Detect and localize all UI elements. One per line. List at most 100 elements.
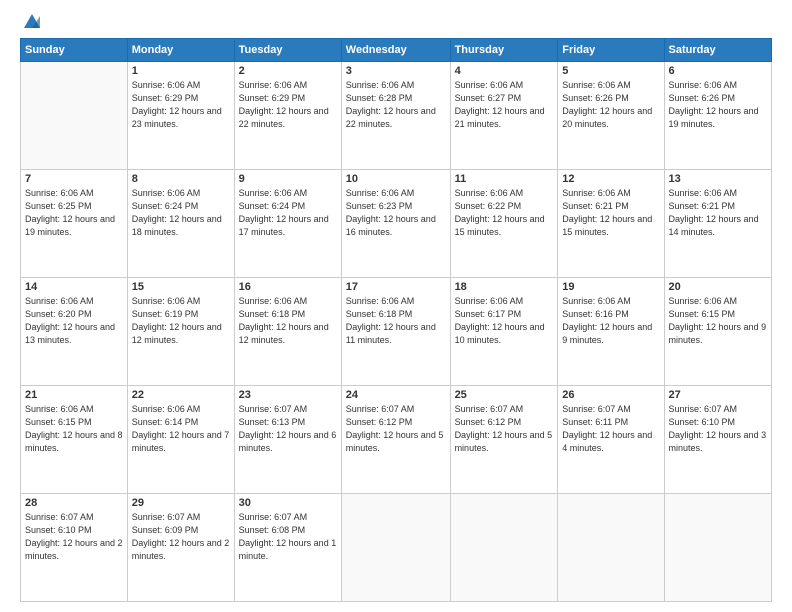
day-cell: 16Sunrise: 6:06 AMSunset: 6:18 PMDayligh… xyxy=(234,278,341,386)
day-info: Sunrise: 6:06 AMSunset: 6:18 PMDaylight:… xyxy=(239,295,337,347)
day-number: 18 xyxy=(455,281,554,293)
day-info: Sunrise: 6:07 AMSunset: 6:08 PMDaylight:… xyxy=(239,511,337,563)
day-info: Sunrise: 6:06 AMSunset: 6:19 PMDaylight:… xyxy=(132,295,230,347)
day-number: 3 xyxy=(346,65,446,77)
day-info: Sunrise: 6:06 AMSunset: 6:15 PMDaylight:… xyxy=(25,403,123,455)
header xyxy=(20,16,772,28)
day-info: Sunrise: 6:06 AMSunset: 6:22 PMDaylight:… xyxy=(455,187,554,239)
day-cell: 22Sunrise: 6:06 AMSunset: 6:14 PMDayligh… xyxy=(127,386,234,494)
day-number: 1 xyxy=(132,65,230,77)
day-cell: 17 Sunrise: 6:06 AMSunset: 6:18 PMDayligh… xyxy=(341,278,450,386)
day-info: Sunrise: 6:06 AMSunset: 6:29 PMDaylight:… xyxy=(132,79,230,131)
day-cell xyxy=(21,62,128,170)
day-info: Sunrise: 6:06 AMSunset: 6:24 PMDaylight:… xyxy=(132,187,230,239)
day-number: 25 xyxy=(455,389,554,401)
day-cell: 10 Sunrise: 6:06 AMSunset: 6:23 PMDayligh… xyxy=(341,170,450,278)
weekday-header-sunday: Sunday xyxy=(21,39,128,62)
day-info: Sunrise: 6:06 AMSunset: 6:26 PMDaylight:… xyxy=(669,79,767,131)
day-number: 12 xyxy=(562,173,659,185)
day-info: Sunrise: 6:07 AMSunset: 6:12 PMDaylight:… xyxy=(346,403,446,455)
day-info: Sunrise: 6:07 AMSunset: 6:09 PMDaylight:… xyxy=(132,511,230,563)
weekday-header-tuesday: Tuesday xyxy=(234,39,341,62)
logo-icon xyxy=(22,12,42,32)
day-cell: 3 Sunrise: 6:06 AMSunset: 6:28 PMDaylight… xyxy=(341,62,450,170)
calendar-table: SundayMondayTuesdayWednesdayThursdayFrid… xyxy=(20,38,772,602)
day-cell: 25 Sunrise: 6:07 AMSunset: 6:12 PMDayligh… xyxy=(450,386,558,494)
day-number: 7 xyxy=(25,173,123,185)
day-info: Sunrise: 6:06 AMSunset: 6:16 PMDaylight:… xyxy=(562,295,659,347)
weekday-header-row: SundayMondayTuesdayWednesdayThursdayFrid… xyxy=(21,39,772,62)
day-number: 28 xyxy=(25,497,123,509)
day-info: Sunrise: 6:06 AMSunset: 6:20 PMDaylight:… xyxy=(25,295,123,347)
weekday-header-friday: Friday xyxy=(558,39,664,62)
day-number: 2 xyxy=(239,65,337,77)
day-number: 6 xyxy=(669,65,767,77)
day-info: Sunrise: 6:07 AMSunset: 6:11 PMDaylight:… xyxy=(562,403,659,455)
day-cell: 8 Sunrise: 6:06 AMSunset: 6:24 PMDaylight… xyxy=(127,170,234,278)
week-row-2: 7 Sunrise: 6:06 AMSunset: 6:25 PMDaylight… xyxy=(21,170,772,278)
weekday-header-thursday: Thursday xyxy=(450,39,558,62)
day-cell: 6 Sunrise: 6:06 AMSunset: 6:26 PMDaylight… xyxy=(664,62,771,170)
day-info: Sunrise: 6:07 AMSunset: 6:12 PMDaylight:… xyxy=(455,403,554,455)
day-number: 15 xyxy=(132,281,230,293)
day-info: Sunrise: 6:07 AMSunset: 6:10 PMDaylight:… xyxy=(669,403,767,455)
day-cell: 30 Sunrise: 6:07 AMSunset: 6:08 PMDayligh… xyxy=(234,494,341,602)
day-number: 24 xyxy=(346,389,446,401)
day-info: Sunrise: 6:07 AMSunset: 6:10 PMDaylight:… xyxy=(25,511,123,563)
day-number: 9 xyxy=(239,173,337,185)
day-info: Sunrise: 6:06 AMSunset: 6:18 PMDaylight:… xyxy=(346,295,446,347)
week-row-5: 28 Sunrise: 6:07 AMSunset: 6:10 PMDayligh… xyxy=(21,494,772,602)
day-cell: 29Sunrise: 6:07 AMSunset: 6:09 PMDayligh… xyxy=(127,494,234,602)
day-info: Sunrise: 6:06 AMSunset: 6:25 PMDaylight:… xyxy=(25,187,123,239)
day-info: Sunrise: 6:06 AMSunset: 6:17 PMDaylight:… xyxy=(455,295,554,347)
day-number: 19 xyxy=(562,281,659,293)
day-number: 4 xyxy=(455,65,554,77)
day-info: Sunrise: 6:06 AMSunset: 6:15 PMDaylight:… xyxy=(669,295,767,347)
day-cell: 26Sunrise: 6:07 AMSunset: 6:11 PMDayligh… xyxy=(558,386,664,494)
day-cell: 1 Sunrise: 6:06 AMSunset: 6:29 PMDaylight… xyxy=(127,62,234,170)
day-cell: 15 Sunrise: 6:06 AMSunset: 6:19 PMDayligh… xyxy=(127,278,234,386)
day-cell xyxy=(341,494,450,602)
day-info: Sunrise: 6:06 AMSunset: 6:26 PMDaylight:… xyxy=(562,79,659,131)
day-info: Sunrise: 6:06 AMSunset: 6:28 PMDaylight:… xyxy=(346,79,446,131)
day-number: 13 xyxy=(669,173,767,185)
day-cell: 5 Sunrise: 6:06 AMSunset: 6:26 PMDaylight… xyxy=(558,62,664,170)
day-info: Sunrise: 6:06 AMSunset: 6:23 PMDaylight:… xyxy=(346,187,446,239)
day-info: Sunrise: 6:06 AMSunset: 6:21 PMDaylight:… xyxy=(669,187,767,239)
day-cell: 13 Sunrise: 6:06 AMSunset: 6:21 PMDayligh… xyxy=(664,170,771,278)
day-cell: 24 Sunrise: 6:07 AMSunset: 6:12 PMDayligh… xyxy=(341,386,450,494)
day-cell: 4Sunrise: 6:06 AMSunset: 6:27 PMDaylight… xyxy=(450,62,558,170)
day-cell xyxy=(664,494,771,602)
day-cell: 28 Sunrise: 6:07 AMSunset: 6:10 PMDayligh… xyxy=(21,494,128,602)
weekday-header-wednesday: Wednesday xyxy=(341,39,450,62)
weekday-header-saturday: Saturday xyxy=(664,39,771,62)
day-info: Sunrise: 6:06 AMSunset: 6:21 PMDaylight:… xyxy=(562,187,659,239)
day-cell xyxy=(450,494,558,602)
logo xyxy=(20,16,42,28)
day-cell: 2 Sunrise: 6:06 AMSunset: 6:29 PMDaylight… xyxy=(234,62,341,170)
day-number: 5 xyxy=(562,65,659,77)
day-info: Sunrise: 6:06 AMSunset: 6:29 PMDaylight:… xyxy=(239,79,337,131)
day-number: 11 xyxy=(455,173,554,185)
day-cell: 21 Sunrise: 6:06 AMSunset: 6:15 PMDayligh… xyxy=(21,386,128,494)
day-cell xyxy=(558,494,664,602)
week-row-1: 1 Sunrise: 6:06 AMSunset: 6:29 PMDaylight… xyxy=(21,62,772,170)
day-number: 30 xyxy=(239,497,337,509)
week-row-4: 21 Sunrise: 6:06 AMSunset: 6:15 PMDayligh… xyxy=(21,386,772,494)
day-number: 14 xyxy=(25,281,123,293)
day-cell: 11 Sunrise: 6:06 AMSunset: 6:22 PMDayligh… xyxy=(450,170,558,278)
day-number: 10 xyxy=(346,173,446,185)
day-number: 22 xyxy=(132,389,230,401)
day-number: 17 xyxy=(346,281,446,293)
day-cell: 23 Sunrise: 6:07 AMSunset: 6:13 PMDayligh… xyxy=(234,386,341,494)
day-number: 23 xyxy=(239,389,337,401)
day-info: Sunrise: 6:07 AMSunset: 6:13 PMDaylight:… xyxy=(239,403,337,455)
day-cell: 7 Sunrise: 6:06 AMSunset: 6:25 PMDaylight… xyxy=(21,170,128,278)
day-number: 21 xyxy=(25,389,123,401)
day-number: 8 xyxy=(132,173,230,185)
day-cell: 14 Sunrise: 6:06 AMSunset: 6:20 PMDayligh… xyxy=(21,278,128,386)
week-row-3: 14 Sunrise: 6:06 AMSunset: 6:20 PMDayligh… xyxy=(21,278,772,386)
day-cell: 18 Sunrise: 6:06 AMSunset: 6:17 PMDayligh… xyxy=(450,278,558,386)
day-cell: 9Sunrise: 6:06 AMSunset: 6:24 PMDaylight… xyxy=(234,170,341,278)
day-number: 27 xyxy=(669,389,767,401)
